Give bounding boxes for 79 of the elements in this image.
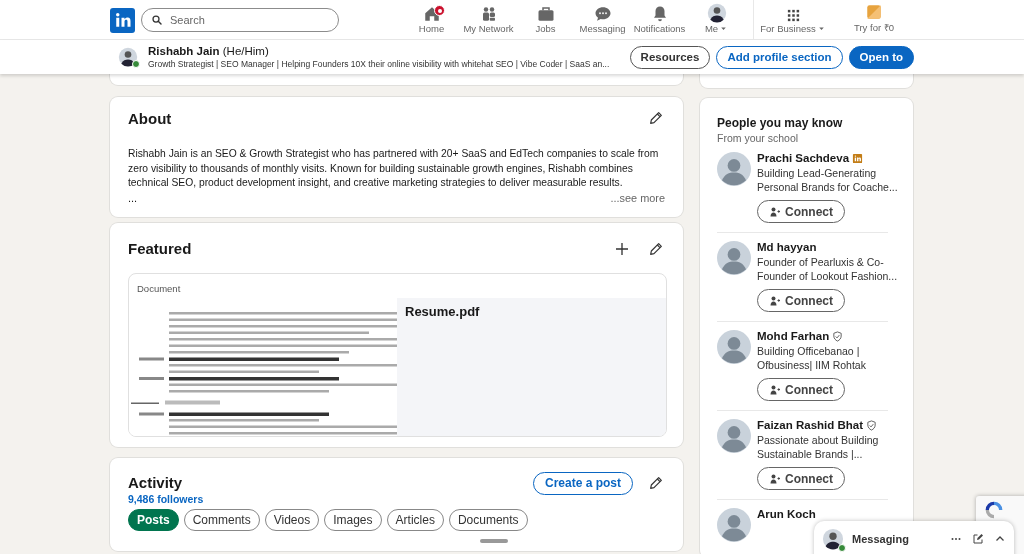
- section-title: Activity: [128, 473, 184, 491]
- nav-item[interactable]: Messaging: [574, 0, 631, 40]
- logo-icon: [113, 11, 132, 29]
- add-person-icon: [769, 383, 781, 396]
- person-name[interactable]: Prachi Sachdeva: [757, 152, 850, 164]
- grid-icon: [785, 8, 801, 23]
- premium-icon: [865, 3, 883, 21]
- avatar: [717, 330, 751, 364]
- messaging-title: Messaging: [852, 533, 910, 545]
- action-button[interactable]: Add profile section: [716, 45, 843, 69]
- connect-button[interactable]: Connect: [757, 467, 845, 490]
- connect-button[interactable]: Connect: [757, 289, 845, 312]
- person-headline: Founder of Pearluxis & Co- Founder of Lookout Fashion...: [757, 255, 898, 283]
- add-icon: [614, 240, 630, 257]
- person-name[interactable]: Md hayyan: [757, 241, 817, 253]
- nav-item[interactable]: For Business: [754, 0, 832, 40]
- messaging-panel[interactable]: Messaging: [814, 521, 1014, 554]
- document-label: Document: [136, 281, 182, 296]
- filter-pill[interactable]: Documents: [448, 508, 528, 531]
- scroll-handle[interactable]: [480, 538, 508, 543]
- caret-icon: [816, 24, 826, 33]
- briefcase-icon: [536, 5, 555, 23]
- filter-pill[interactable]: Articles: [386, 508, 444, 531]
- search-field[interactable]: Search: [141, 8, 339, 32]
- document-title: Resume.pdf: [405, 303, 481, 319]
- add-person-icon: [769, 472, 781, 485]
- edit-icon: [648, 240, 664, 257]
- section-subtitle: From your school: [717, 132, 800, 144]
- home-icon: [422, 5, 441, 23]
- featured-document-card[interactable]: Document Resume.pdf: [128, 272, 667, 437]
- profile-headline: Growth Strategist | SEO Manager | Helping Founders 10X their online visibility with whitehat SEO | Vibe Coder | SaaS an...: [148, 58, 610, 70]
- person-headline: Passionate about Building Sustainable Brands |...: [757, 433, 879, 461]
- avatar: [717, 241, 751, 275]
- about-text: Rishabh Jain is an SEO & Growth Strategist who has partnered with 20+ SaaS and EdTech companies to scale from zero visibility to thousands of monthly visits. Known for building sustainable growth engines, Rishabh combines technical SEO, product development insight, and creative marketing strategies to deliver measurable results.: [128, 147, 660, 191]
- caret-icon: [719, 24, 729, 33]
- chat-bubble-icon: [593, 5, 612, 23]
- avatar: [118, 47, 138, 67]
- person-name[interactable]: Faizan Rashid Bhat: [757, 419, 864, 431]
- edit-icon: [648, 110, 664, 126]
- avatar: [706, 3, 727, 23]
- nav-item[interactable]: Notifications: [631, 0, 688, 40]
- edit-icon: [648, 475, 664, 492]
- connect-button[interactable]: Connect: [757, 378, 845, 401]
- nav-item[interactable]: Home: [403, 0, 460, 40]
- person-headline: Building Officebanao | Ofbusiness| IIM Rohtak: [757, 344, 866, 372]
- filter-pill[interactable]: Videos: [264, 508, 320, 531]
- ellipsis-text: ...: [128, 190, 138, 205]
- pronouns: (He/Him): [222, 44, 269, 57]
- add-person-icon: [769, 294, 781, 307]
- nav-item[interactable]: Me: [688, 0, 745, 40]
- nav-item[interactable]: Try for ₹0: [832, 0, 916, 40]
- filter-pill[interactable]: Images: [324, 508, 382, 531]
- section-title: About: [128, 109, 172, 127]
- section-title: People you may know: [717, 116, 844, 130]
- action-button[interactable]: Open to: [848, 45, 914, 69]
- nav-item[interactable]: My Network: [460, 0, 517, 40]
- section-title: Featured: [128, 240, 192, 258]
- avatar: [717, 419, 751, 453]
- compose-icon: [972, 533, 984, 545]
- see-more-link[interactable]: ...see more: [610, 190, 665, 205]
- person-headline: Building Lead-Generating Personal Brands for Coache...: [757, 166, 898, 194]
- followers-link[interactable]: 9,486 followers: [128, 492, 204, 505]
- filter-pill[interactable]: Posts: [128, 508, 179, 531]
- recaptcha-icon: [984, 500, 1004, 520]
- create-post-button[interactable]: Create a post: [532, 471, 633, 495]
- avatar: [717, 508, 751, 542]
- filter-pill[interactable]: Comments: [183, 508, 260, 531]
- avatar: [717, 152, 751, 186]
- search-icon: [151, 14, 163, 26]
- person-name[interactable]: Mohd Farhan: [757, 330, 830, 342]
- action-button[interactable]: Resources: [629, 45, 711, 69]
- person-name[interactable]: Arun Koch: [757, 508, 816, 520]
- add-person-icon: [769, 205, 781, 218]
- edit-button[interactable]: [647, 109, 665, 127]
- connect-button[interactable]: Connect: [757, 200, 845, 223]
- profile-name: Rishabh Jain: [148, 44, 220, 57]
- avatar: [822, 528, 844, 550]
- logo[interactable]: [110, 7, 135, 33]
- nav-item[interactable]: Jobs: [517, 0, 574, 40]
